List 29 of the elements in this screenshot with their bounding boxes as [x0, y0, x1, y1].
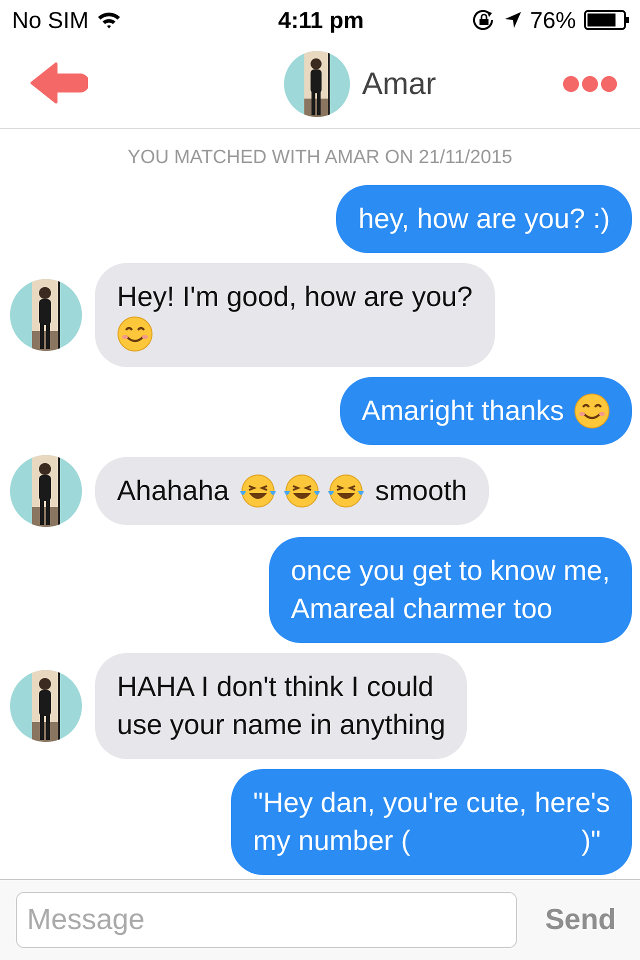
message-text: use your name in anything: [117, 708, 446, 742]
message-text: hey, how are you? :): [358, 202, 610, 236]
message-field[interactable]: Message: [16, 892, 518, 948]
message-text: my number ( )": [253, 824, 601, 858]
message-text: "Hey dan, you're cute, here's: [253, 786, 610, 820]
location-arrow-icon: [504, 11, 522, 29]
clock: 4:11 pm: [278, 6, 364, 34]
message-text: Ahahaha: [117, 474, 230, 508]
back-arrow-icon[interactable]: [30, 62, 88, 106]
laughing-face-icon: [327, 473, 366, 509]
message-text: once you get to know me,: [290, 554, 610, 588]
rotation-lock-icon: [472, 9, 496, 31]
smiling-face-icon: [574, 393, 610, 429]
message-text: smooth: [375, 474, 467, 508]
match-note: YOU MATCHED WITH AMAR ON 21/11/2015: [126, 147, 514, 169]
battery-icon: [584, 10, 630, 30]
contact-name: Amar: [362, 66, 436, 102]
carrier-label: No SIM: [12, 6, 89, 34]
message-text: HAHA I don't think I could: [117, 670, 434, 704]
message-text: Hey! I'm good, how are you?: [117, 280, 473, 314]
wifi-icon: [96, 11, 121, 29]
laughing-face-icon: [283, 473, 322, 509]
more-icon[interactable]: [562, 75, 618, 93]
battery-percent: 76%: [530, 6, 576, 34]
send-button[interactable]: Send: [537, 900, 624, 940]
message-text: Amareal charmer too: [290, 592, 552, 626]
message-text: Amaright thanks: [362, 394, 564, 428]
laughing-face-icon: [239, 473, 278, 509]
smiling-face-icon: [117, 316, 153, 352]
